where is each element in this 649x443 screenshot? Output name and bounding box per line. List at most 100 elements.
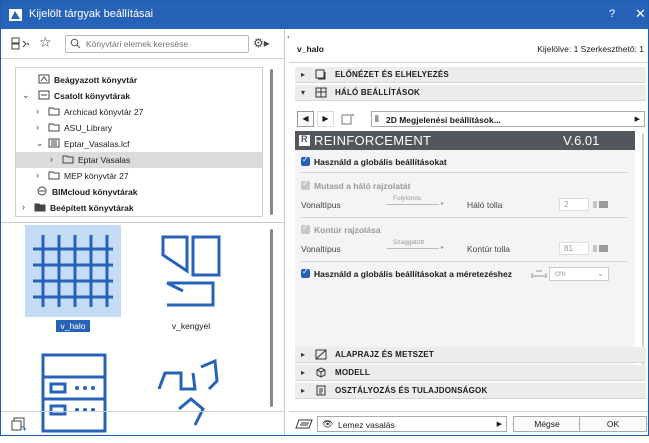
outline-line-type-selector[interactable]: Szaggatott ▸ [387, 239, 447, 253]
chevron-right-icon: ▸ [441, 245, 445, 251]
reinforcement-settings-page: REINFORCEMENT V.6.01 Használd a globális… [295, 131, 635, 366]
chevron-down-icon[interactable]: ⌄ [36, 138, 45, 149]
folder-icon [48, 107, 60, 116]
outline-pen-field[interactable]: 81 [559, 242, 589, 255]
thumbnail-v-halo[interactable]: v_halo [25, 225, 121, 332]
section-preview-placement[interactable]: ▸ ELŐNÉZET ÉS ELHELYEZÉS [295, 67, 646, 83]
page-scrollbar[interactable] [642, 133, 644, 365]
chevron-down-icon: ⌄ [597, 269, 604, 278]
line-type-label: Vonaltípus [301, 200, 341, 210]
tree-item-bimcloud[interactable]: BIMcloud könyvtárak [16, 184, 262, 200]
search-input[interactable] [84, 37, 244, 51]
tree-item-builtin-libraries[interactable]: › Beépített könyvtárak [16, 200, 262, 216]
draw-outline-label: Kontúr rajzolása [314, 225, 381, 235]
section-classification-properties[interactable]: ▸ OSZTÁLYOZÁS ÉS TULAJDONSÁGOK [295, 383, 646, 399]
mesh-pen-field[interactable]: 2 [559, 198, 589, 211]
section-label: MODELL [335, 368, 370, 377]
line-type-value: Folytonos [393, 195, 422, 202]
tree-item-label: Beágyazott könyvtár [54, 75, 138, 85]
divider [301, 261, 627, 262]
floorplan-icon [315, 349, 327, 360]
window-title: Kijelölt tárgyak beállításai [29, 8, 154, 20]
section-label: ALAPRAJZ ÉS METSZET [335, 350, 434, 359]
tree-item-archicad-library[interactable]: › Archicad könyvtár 27 [16, 104, 262, 120]
page-icon: ⫴ [375, 114, 379, 124]
eye-icon: 👁 [322, 419, 334, 429]
divider [301, 217, 627, 218]
previous-page-button[interactable]: ◀ [297, 111, 314, 127]
layer-icon [295, 419, 313, 429]
linked-library-icon [38, 90, 50, 100]
help-button[interactable]: ? [609, 8, 615, 20]
dimension-unit-dropdown[interactable]: cm ⌄ [549, 267, 609, 281]
chevron-right-icon: ▶ [496, 421, 502, 428]
use-global-checkbox[interactable] [301, 155, 310, 166]
chevron-right-icon[interactable]: › [22, 202, 31, 212]
draw-outline-checkbox[interactable] [301, 223, 310, 234]
thumbnails-scrollbar[interactable] [270, 229, 273, 407]
reinforcement-banner: REINFORCEMENT V.6.01 [295, 131, 635, 150]
section-label: ELŐNÉZET ÉS ELHELYEZÉS [335, 70, 449, 79]
line-type-label: Vonaltípus [301, 244, 341, 254]
favorites-star-icon[interactable]: ☆ [39, 34, 52, 51]
cancel-button[interactable]: Mégse [513, 416, 581, 432]
show-mesh-checkbox[interactable] [301, 179, 310, 190]
section-label: HÁLÓ BEÁLLÍTÁSOK [335, 88, 420, 97]
section-mesh-settings[interactable]: ▾ HÁLÓ BEÁLLÍTÁSOK [295, 85, 646, 101]
load-library-icon[interactable] [11, 417, 27, 431]
model-cube-icon [316, 367, 326, 378]
gear-icon[interactable]: ⚙▸ [253, 36, 270, 50]
mesh-pen-label: Háló tolla [467, 200, 503, 210]
chevron-right-icon[interactable]: › [36, 170, 45, 180]
embedded-library-icon [38, 74, 50, 84]
section-model[interactable]: ▸ MODELL [295, 365, 646, 381]
stirrup-thumbnail-image [161, 235, 221, 307]
chevron-down-icon[interactable]: ⌄ [22, 90, 31, 101]
thumbnail-v-kengyel[interactable]: v_kengyel [143, 225, 239, 331]
folder-icon [34, 203, 46, 212]
library-panel: ☆ ⚙▸ Beágyazott könyvtár ⌄ Csatolt könyv… [1, 29, 285, 435]
folder-icon [48, 171, 60, 180]
pen-color-icon[interactable] [593, 200, 609, 209]
page-tree-icon[interactable] [341, 113, 355, 125]
outline-pen-label: Kontúr tolla [467, 244, 510, 254]
object-header: v_halo Kijelölve: 1 Szerkeszthető: 1 [289, 29, 648, 63]
next-page-button[interactable]: ▶ [317, 111, 334, 127]
chevron-right-icon: ▸ [301, 368, 306, 377]
banner-version: V.6.01 [563, 133, 600, 148]
page-selector-dropdown[interactable]: ⫴ 2D Megjelenési beállítások... ▶ [371, 111, 645, 127]
section-floorplan-section[interactable]: ▸ ALAPRAJZ ÉS METSZET [295, 347, 646, 363]
archicad-app-icon [9, 9, 22, 21]
tree-scrollbar[interactable] [270, 69, 273, 215]
tree-item-eptar-lcf[interactable]: ⌄ Eptar_Vasalas.lcf [16, 136, 262, 152]
show-mesh-label: Mutasd a háló rajzolatát [314, 181, 411, 191]
library-tree: Beágyazott könyvtár ⌄ Csatolt könyvtárak… [15, 67, 263, 217]
tree-item-asu-library[interactable]: › ASU_Library [16, 120, 262, 136]
chevron-right-icon: ▸ [301, 386, 306, 395]
use-global-label: Használd a globális beállításokat [314, 157, 447, 167]
chevron-right-icon[interactable]: › [36, 122, 45, 132]
tree-item-linked-libraries[interactable]: ⌄ Csatolt könyvtárak [16, 88, 262, 104]
object-name: v_halo [297, 44, 324, 54]
tree-item-eptar-vasalas[interactable]: › Eptar Vasalas [16, 152, 262, 168]
pen-color-icon[interactable] [593, 244, 609, 253]
chevron-right-icon[interactable]: › [50, 154, 59, 164]
page-navigation: ◀ ▶ ⫴ 2D Megjelenési beállítások... ▶ [295, 109, 646, 129]
library-manager-icon[interactable] [11, 37, 31, 50]
library-search-box[interactable] [65, 35, 249, 53]
line-type-selector[interactable]: Folytonos ▸ [387, 195, 447, 209]
layer-value: Lemez vasalás [338, 420, 395, 430]
folder-icon [48, 123, 60, 132]
container-file-icon [48, 138, 60, 148]
use-global-dim-checkbox[interactable] [301, 267, 310, 278]
thumbnail-label: v_halo [56, 320, 90, 332]
layer-dropdown[interactable]: 👁 Lemez vasalás ▶ [317, 416, 507, 432]
panel-divider[interactable] [1, 222, 285, 223]
tree-item-embedded-library[interactable]: Beágyazott könyvtár [16, 72, 262, 88]
tree-item-mep-library[interactable]: › MEP könyvtár 27 [16, 168, 262, 184]
tree-item-label: Archicad könyvtár 27 [64, 107, 144, 117]
chevron-right-icon[interactable]: › [36, 106, 45, 116]
close-button[interactable]: ✕ [635, 6, 646, 22]
tree-item-label: Beépített könyvtárak [50, 203, 134, 213]
ok-button[interactable]: OK [579, 416, 647, 432]
